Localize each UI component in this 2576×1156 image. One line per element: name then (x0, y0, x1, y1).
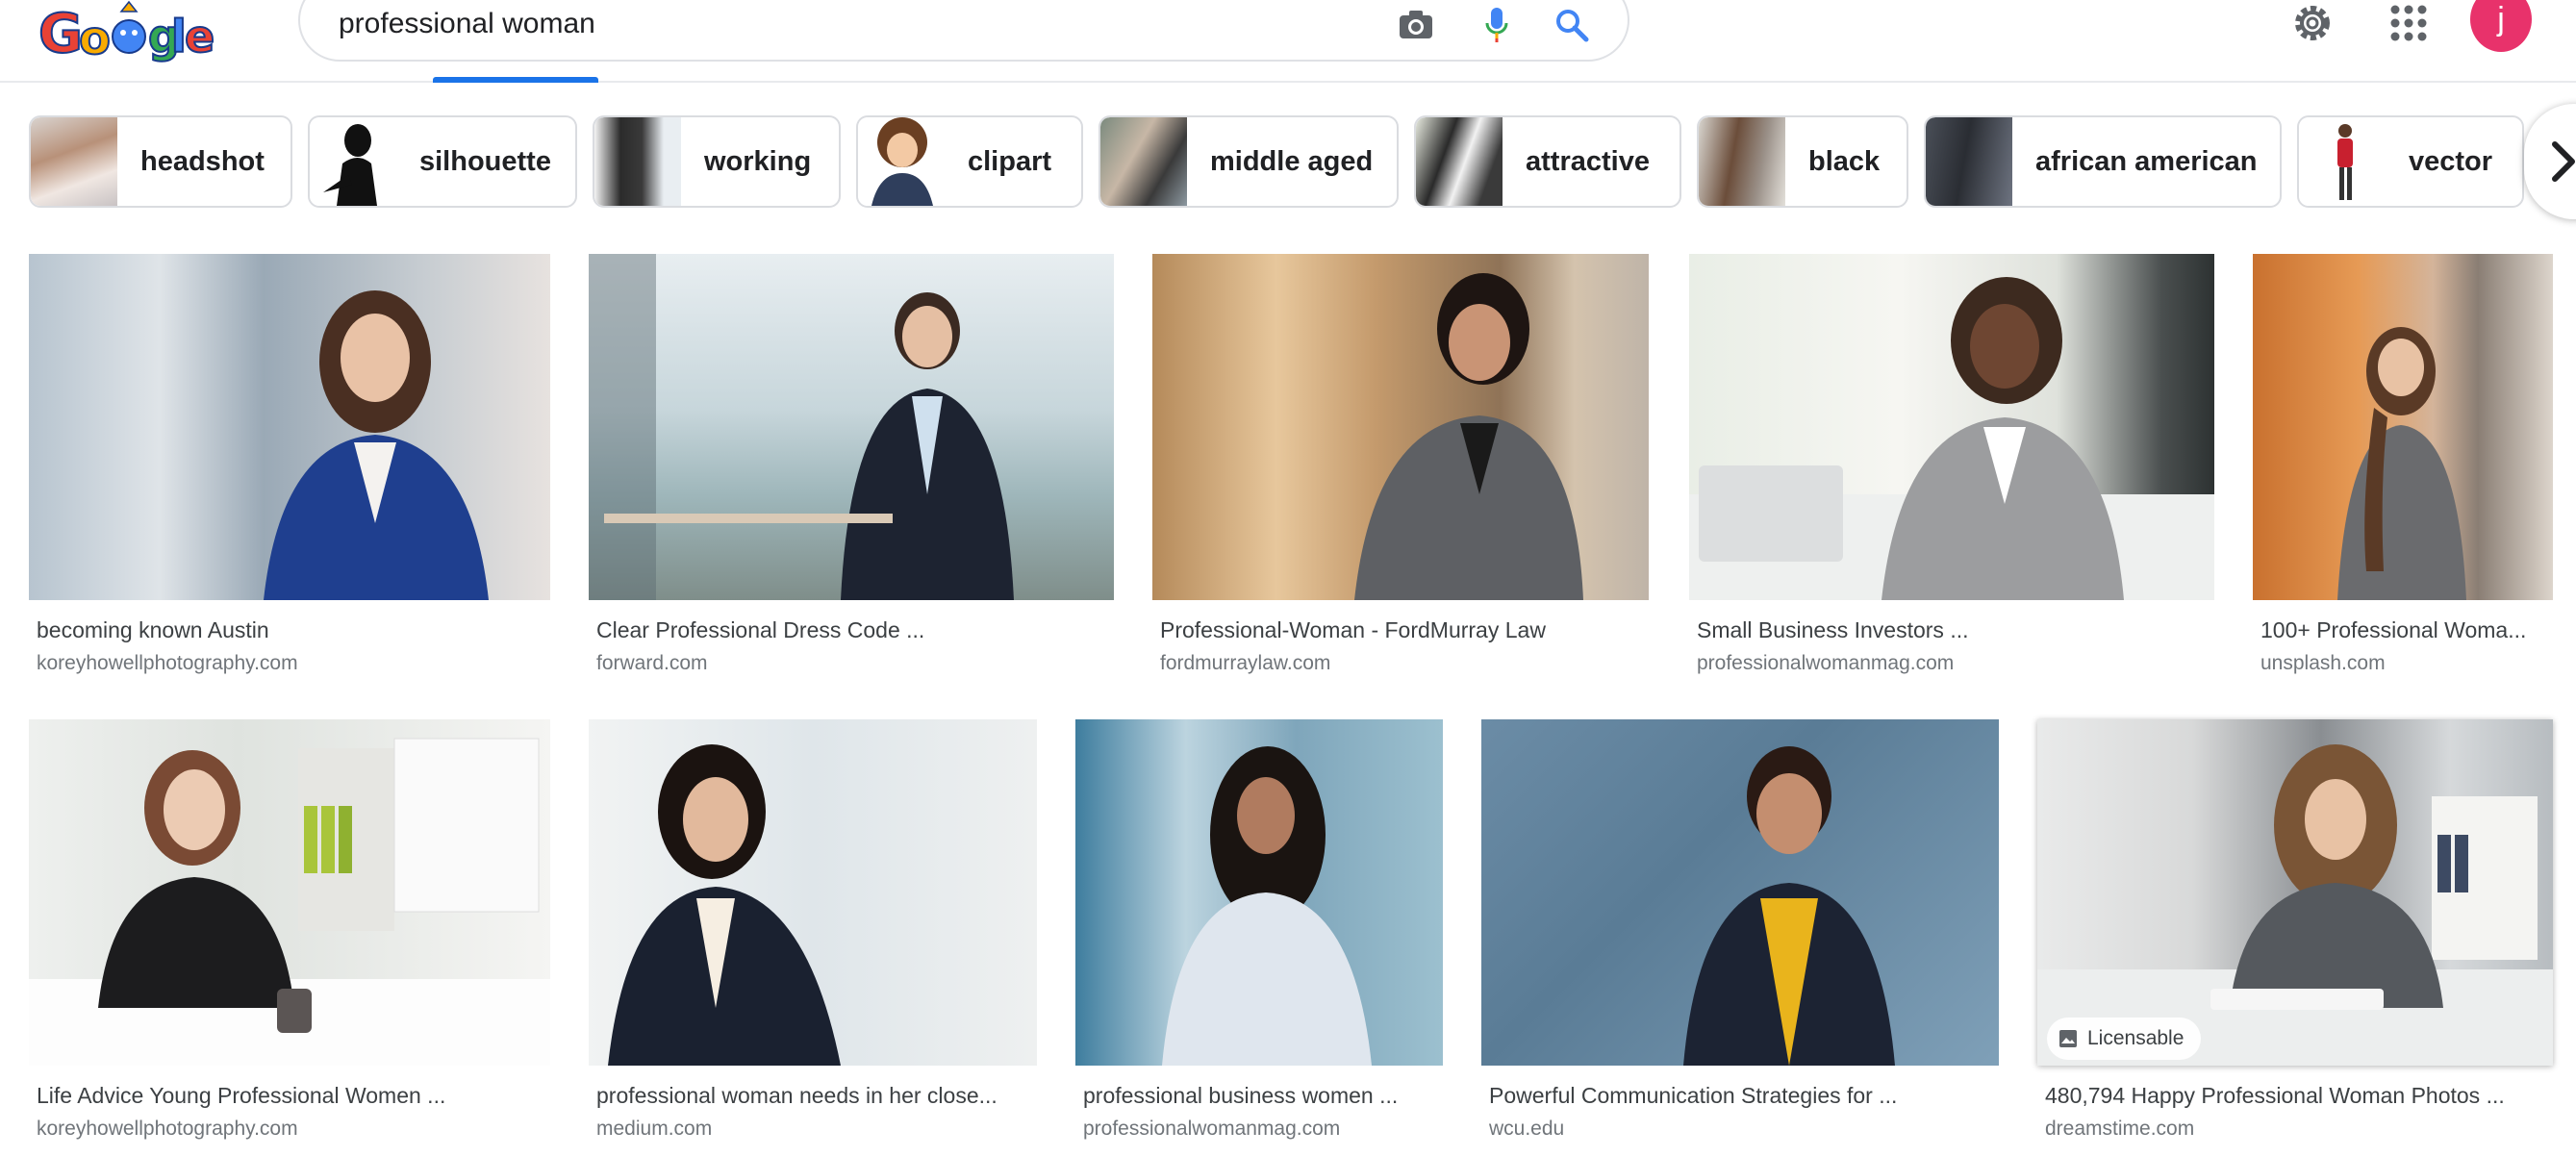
result-thumbnail (29, 719, 550, 1066)
mic-icon[interactable] (1476, 4, 1518, 46)
chip-label: middle aged (1210, 145, 1374, 177)
image-result[interactable]: Clear Professional Dress Code ... forwar… (589, 254, 1114, 687)
result-domain: medium.com (596, 1118, 713, 1140)
image-result[interactable]: Small Business Investors ... professiona… (1689, 254, 2214, 687)
chip-label: silhouette (419, 145, 551, 177)
result-domain: koreyhowellphotography.com (37, 652, 298, 674)
result-domain: professionalwomanmag.com (1697, 652, 1955, 674)
result-title: Small Business Investors ... (1697, 617, 1969, 642)
chip-black[interactable]: black (1697, 115, 1908, 208)
chevron-right-icon (2552, 141, 2575, 182)
apps-grid-icon[interactable] (2386, 0, 2432, 46)
chip-african-american[interactable]: african american (1924, 115, 2282, 208)
related-search-chips: headshot silhouette working clipart midd… (0, 115, 2576, 210)
top-bar: G o g l e professional woman j (0, 0, 2576, 83)
result-thumbnail (1075, 719, 1443, 1066)
svg-text:o: o (79, 12, 111, 63)
image-result[interactable]: Licensable 480,794 Happy Professional Wo… (2037, 719, 2553, 1152)
result-thumbnail (1689, 254, 2214, 600)
chip-label: attractive (1526, 145, 1650, 177)
image-result[interactable]: becoming known Austin koreyhowellphotogr… (29, 254, 550, 687)
chip-thumbnail (1926, 117, 2012, 206)
chip-thumbnail (1416, 117, 1503, 206)
image-result[interactable]: professional woman needs in her close...… (589, 719, 1037, 1152)
result-domain: dreamstime.com (2045, 1118, 2195, 1140)
result-title: 100+ Professional Woma... (2260, 617, 2527, 642)
result-thumbnail (589, 254, 1114, 600)
result-domain: wcu.edu (1489, 1118, 1565, 1140)
result-title: 480,794 Happy Professional Woman Photos … (2045, 1083, 2505, 1108)
chip-label: african american (2035, 145, 2258, 177)
chip-label: headshot (140, 145, 265, 177)
chip-thumbnail (858, 117, 945, 206)
chip-thumbnail (1699, 117, 1785, 206)
badge-label: Licensable (2087, 1027, 2185, 1049)
chip-silhouette[interactable]: silhouette (308, 115, 577, 208)
result-domain: koreyhowellphotography.com (37, 1118, 298, 1140)
chip-attractive[interactable]: attractive (1414, 115, 1681, 208)
account-avatar[interactable]: j (2470, 0, 2532, 52)
search-icon[interactable] (1551, 4, 1593, 46)
image-icon (2059, 1030, 2077, 1047)
image-result[interactable]: 100+ Professional Woma... unsplash.com (2253, 254, 2553, 687)
chip-label: vector (2409, 145, 2493, 177)
chip-thumbnail (31, 117, 117, 206)
svg-text:e: e (185, 11, 214, 63)
result-thumbnail (1152, 254, 1649, 600)
chip-working[interactable]: working (593, 115, 841, 208)
licensable-badge[interactable]: Licensable (2047, 1018, 2202, 1060)
google-doodle-logo[interactable]: G o g l e (37, 0, 214, 63)
search-input[interactable]: professional woman (339, 8, 595, 40)
image-result[interactable]: Life Advice Young Professional Women ...… (29, 719, 550, 1152)
chip-label: black (1808, 145, 1881, 177)
result-title: Professional-Woman - FordMurray Law (1160, 617, 1546, 642)
result-title: Clear Professional Dress Code ... (596, 617, 925, 642)
chip-thumbnail (1100, 117, 1187, 206)
chip-thumbnail (310, 117, 396, 206)
active-tab-indicator (433, 77, 598, 83)
image-result[interactable]: professional business women ... professi… (1075, 719, 1443, 1152)
result-title: Life Advice Young Professional Women ... (37, 1083, 446, 1108)
chip-clipart[interactable]: clipart (856, 115, 1083, 208)
chip-label: working (704, 145, 812, 177)
search-box[interactable]: professional woman (298, 0, 1629, 62)
result-thumbnail (589, 719, 1037, 1066)
avatar-initial: j (2497, 0, 2505, 38)
result-domain: forward.com (596, 652, 708, 674)
chip-headshot[interactable]: headshot (29, 115, 292, 208)
result-thumbnail (2253, 254, 2553, 600)
result-thumbnail (1481, 719, 1999, 1066)
image-result[interactable]: Professional-Woman - FordMurray Law ford… (1152, 254, 1649, 687)
result-title: becoming known Austin (37, 617, 269, 642)
result-thumbnail: Licensable (2037, 719, 2553, 1066)
image-result[interactable]: Powerful Communication Strategies for ..… (1481, 719, 1999, 1152)
result-thumbnail (29, 254, 550, 600)
result-title: Powerful Communication Strategies for ..… (1489, 1083, 1898, 1108)
result-domain: fordmurraylaw.com (1160, 652, 1331, 674)
chip-vector[interactable]: vector (2297, 115, 2524, 208)
result-domain: unsplash.com (2260, 652, 2386, 674)
settings-gear-icon[interactable] (2289, 0, 2336, 46)
chip-thumbnail (594, 117, 681, 206)
result-domain: professionalwomanmag.com (1083, 1118, 1341, 1140)
chip-label: clipart (968, 145, 1052, 177)
result-title: professional woman needs in her close... (596, 1083, 998, 1108)
chip-thumbnail (2299, 117, 2386, 206)
svg-text:G: G (38, 3, 83, 63)
chip-middle-aged[interactable]: middle aged (1099, 115, 1399, 208)
result-title: professional business women ... (1083, 1083, 1399, 1108)
camera-icon[interactable] (1395, 4, 1437, 46)
